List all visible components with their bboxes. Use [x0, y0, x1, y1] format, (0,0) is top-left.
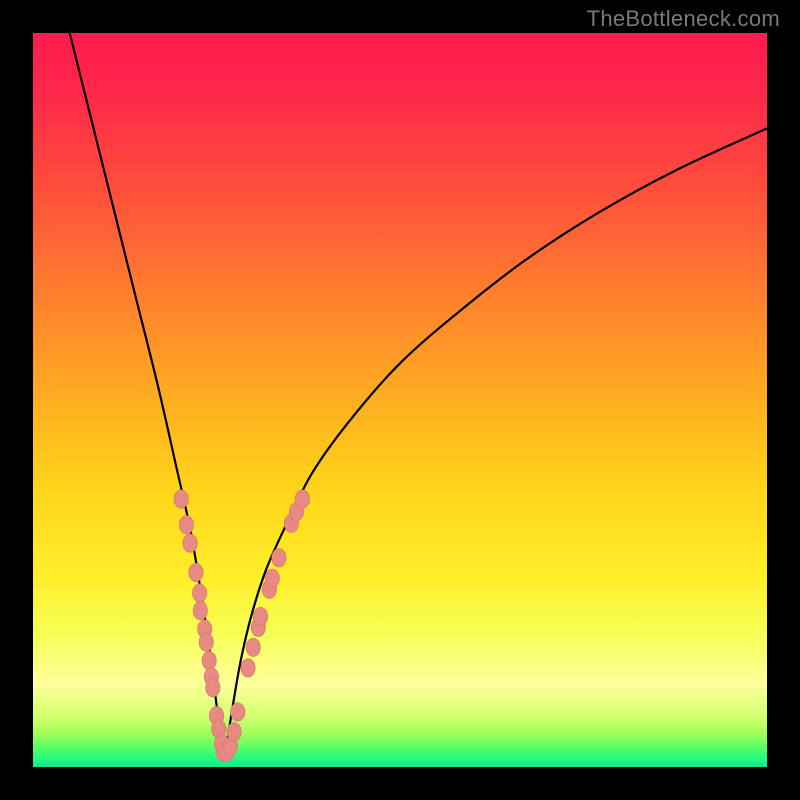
bottleneck-curve	[70, 33, 767, 758]
sample-dot	[231, 703, 245, 721]
plot-svg	[33, 33, 767, 767]
sample-dot	[189, 563, 203, 581]
sample-dot	[193, 601, 207, 619]
watermark-text: TheBottleneck.com	[587, 6, 780, 32]
sample-dot	[192, 584, 206, 602]
sample-dot	[246, 638, 260, 656]
sample-dot	[199, 633, 213, 651]
sample-dot	[295, 490, 309, 508]
plot-frame	[33, 33, 767, 767]
sample-dot	[253, 607, 267, 625]
sample-dot	[272, 549, 286, 567]
sample-dot	[241, 659, 255, 677]
sample-dot	[227, 723, 241, 741]
sample-dot	[206, 679, 220, 697]
sample-dot	[202, 651, 216, 669]
sample-dot	[183, 534, 197, 552]
sample-dot	[179, 516, 193, 534]
sample-dot	[174, 490, 188, 508]
sample-dots-group	[174, 490, 310, 762]
sample-dot	[265, 569, 279, 587]
chart-stage: TheBottleneck.com	[0, 0, 800, 800]
